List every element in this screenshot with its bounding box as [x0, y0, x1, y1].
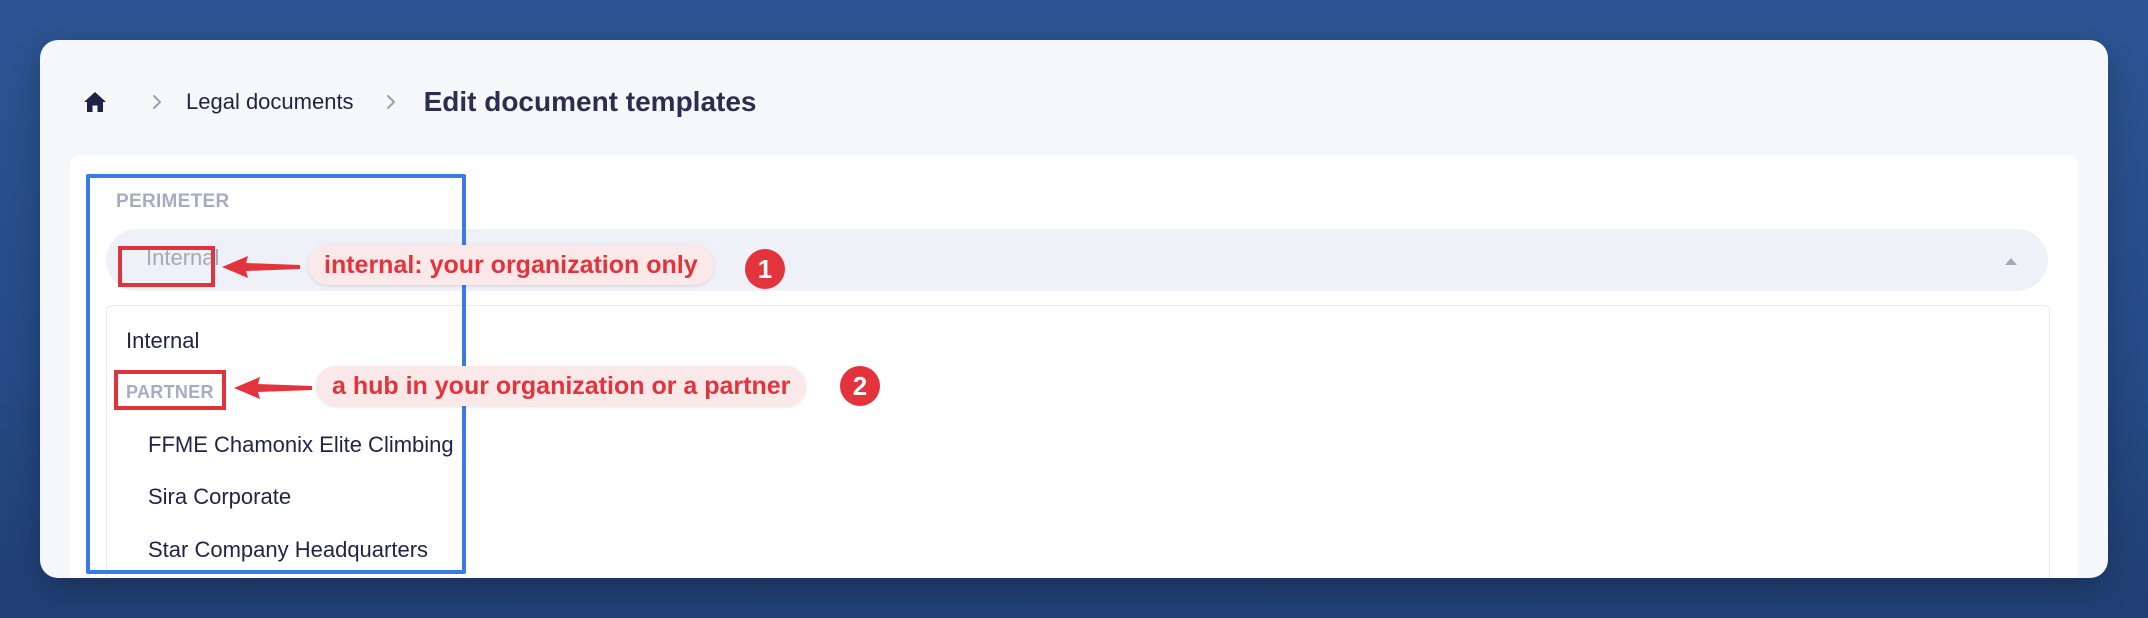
annotation-note-1: internal: your organization only [308, 245, 714, 285]
home-icon[interactable] [82, 89, 108, 115]
annotation-box-partner [114, 370, 226, 410]
annotation-badge-1: 1 [745, 249, 785, 289]
breadcrumb: Legal documents Edit document templates [82, 82, 757, 122]
annotation-arrow-icon [222, 256, 300, 278]
caret-up-icon[interactable] [2004, 253, 2018, 265]
chevron-right-icon [150, 93, 164, 111]
annotation-note-2: a hub in your organization or a partner [316, 366, 807, 406]
page-title: Edit document templates [423, 86, 757, 117]
annotation-badge-2: 2 [840, 366, 880, 406]
chevron-right-icon [384, 93, 398, 111]
annotation-box-internal [118, 246, 215, 287]
breadcrumb-legal-documents[interactable]: Legal documents [186, 89, 354, 115]
annotation-arrow-icon [234, 377, 312, 399]
